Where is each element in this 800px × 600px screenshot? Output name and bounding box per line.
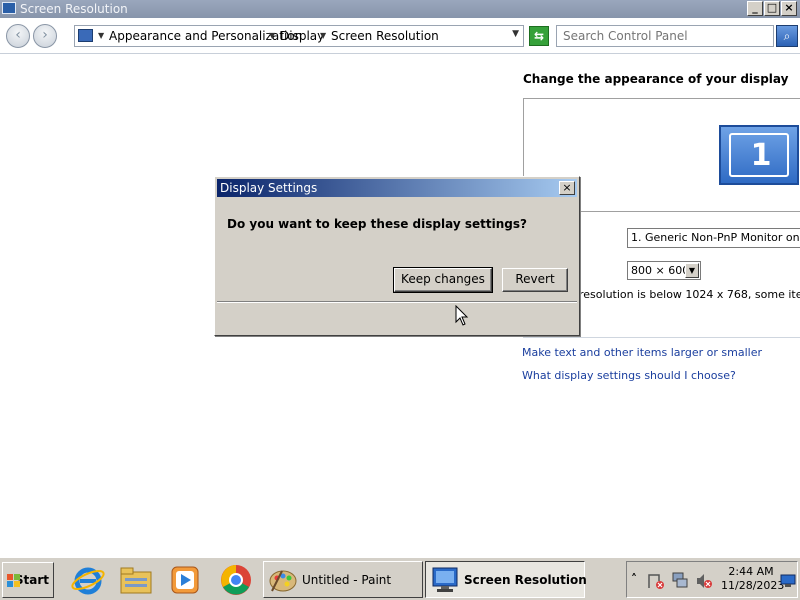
taskbar-item-paint[interactable]: Untitled - Paint: [263, 561, 423, 598]
forward-button[interactable]: ›: [33, 24, 57, 48]
screen-resolution-icon: [2, 2, 16, 14]
maximize-button[interactable]: □: [764, 1, 780, 16]
tray-expand-icon[interactable]: ˄: [631, 572, 637, 586]
task-label: Untitled - Paint: [302, 573, 392, 587]
start-button[interactable]: Start: [2, 562, 54, 598]
mouse-cursor-icon: [455, 305, 469, 326]
action-center-icon[interactable]: [647, 572, 665, 590]
system-tray: ˄ 2:44 AM 11/28/2023: [626, 561, 798, 598]
resolution-value: 800 × 600: [631, 264, 690, 277]
back-button[interactable]: ‹: [6, 24, 30, 48]
window-titlebar: Screen Resolution _ □ ×: [0, 0, 800, 18]
chevron-down-icon[interactable]: ▼: [685, 263, 699, 278]
media-player-icon[interactable]: [167, 562, 203, 598]
dialog-title: Display Settings: [220, 181, 318, 195]
windows-logo-icon: [7, 574, 21, 587]
show-desktop-icon[interactable]: [780, 574, 796, 588]
minimize-button[interactable]: _: [747, 1, 763, 16]
breadcrumb-arrow-icon[interactable]: ▼: [98, 31, 104, 40]
dialog-close-button[interactable]: ×: [559, 181, 575, 195]
taskbar: Start Untitled - Paint Screen Resolution…: [0, 557, 800, 600]
link-display-help[interactable]: What display settings should I choose?: [522, 369, 736, 382]
link-larger-text[interactable]: Make text and other items larger or smal…: [522, 346, 762, 359]
breadcrumb-arrow-icon[interactable]: ▼: [320, 31, 326, 40]
taskbar-item-screen-resolution[interactable]: Screen Resolution: [425, 561, 587, 598]
close-button[interactable]: ×: [781, 1, 797, 16]
monitor-number: 1: [750, 138, 772, 173]
breadcrumb-arrow-icon[interactable]: ▼: [269, 31, 275, 40]
control-panel-icon: [78, 29, 93, 42]
volume-muted-icon[interactable]: [695, 572, 713, 590]
refresh-icon[interactable]: ⇆: [529, 26, 549, 46]
dialog-divider: [217, 301, 577, 303]
paint-icon: [269, 570, 297, 592]
resolution-select[interactable]: 800 × 600 ▼: [627, 261, 701, 280]
monitor-icon: [432, 567, 458, 592]
dialog-message: Do you want to keep these display settin…: [227, 217, 527, 231]
page-title: Change the appearance of your display: [523, 72, 789, 86]
window-title: Screen Resolution: [20, 2, 128, 16]
clock-time: 2:44 AM: [728, 565, 774, 578]
display-select[interactable]: 1. Generic Non-PnP Monitor on Star: [627, 228, 800, 248]
keep-changes-button[interactable]: Keep changes: [393, 267, 493, 293]
chrome-icon[interactable]: [218, 562, 254, 598]
display-settings-dialog: Display Settings × Do you want to keep t…: [214, 176, 580, 336]
clock-date: 11/28/2023: [721, 579, 785, 592]
search-icon[interactable]: ⌕: [776, 25, 798, 47]
internet-explorer-icon[interactable]: [70, 562, 106, 598]
network-icon[interactable]: [671, 571, 689, 589]
navigation-bar: ‹ › ▼ Appearance and Personalization ▼ D…: [0, 18, 800, 54]
divider: [523, 337, 800, 338]
dialog-titlebar: Display Settings ×: [217, 179, 577, 197]
clock[interactable]: 2:44 AM 11/28/2023: [721, 565, 785, 593]
breadcrumb-display[interactable]: Display: [280, 29, 324, 43]
address-dropdown-icon[interactable]: ▼: [512, 29, 519, 39]
search-input[interactable]: [556, 25, 774, 47]
task-label: Screen Resolution: [464, 573, 587, 587]
address-bar[interactable]: ▼ Appearance and Personalization ▼ Displ…: [74, 25, 524, 47]
revert-button[interactable]: Revert: [502, 268, 568, 292]
monitor-icon[interactable]: 1: [719, 125, 799, 185]
breadcrumb-screen-resolution[interactable]: Screen Resolution: [331, 29, 439, 43]
file-explorer-icon[interactable]: [118, 562, 154, 598]
resolution-note: resolution is below 1024 x 768, some ite…: [579, 288, 800, 301]
